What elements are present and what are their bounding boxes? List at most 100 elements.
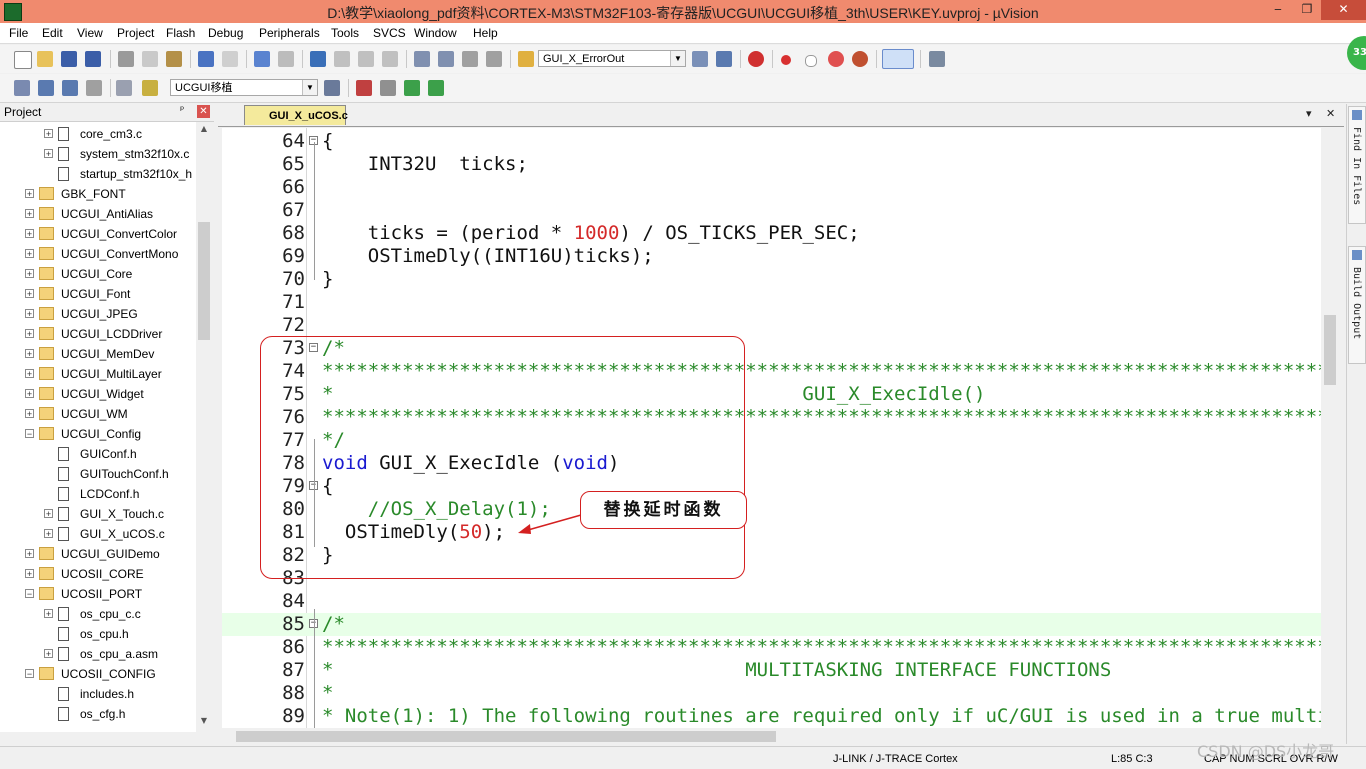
new-file-icon[interactable] <box>14 51 32 69</box>
comment-icon[interactable] <box>462 51 478 67</box>
tree-item[interactable]: os_cpu.h <box>0 624 196 644</box>
find-in-files-tab[interactable]: Find In Files <box>1348 106 1366 224</box>
tree-item[interactable]: + os_cpu_c.c <box>0 604 196 624</box>
code-line[interactable]: 67 <box>222 199 1321 222</box>
scroll-up-icon[interactable]: ▲ <box>198 124 210 136</box>
code-line[interactable]: 84 <box>222 590 1321 613</box>
expand-icon[interactable]: + <box>25 349 34 359</box>
tree-item[interactable]: + UCGUI_ConvertMono <box>0 244 196 264</box>
menu-file[interactable]: File <box>9 26 28 40</box>
editor-vertical-scrollbar[interactable] <box>1322 128 1339 728</box>
translate-icon[interactable] <box>14 80 30 96</box>
undo-icon[interactable] <box>198 51 214 67</box>
tree-item[interactable]: + UCGUI_Font <box>0 284 196 304</box>
menu-debug[interactable]: Debug <box>208 26 243 40</box>
breakpoint-icon[interactable] <box>781 55 791 65</box>
tree-item[interactable]: + GBK_FONT <box>0 184 196 204</box>
tree-item[interactable]: − UCGUI_Config <box>0 424 196 444</box>
chevron-down-icon[interactable]: ▼ <box>302 80 317 95</box>
save-all-icon[interactable] <box>85 51 101 67</box>
load-download-icon[interactable] <box>142 80 158 96</box>
expand-icon[interactable]: + <box>25 229 34 239</box>
expand-icon[interactable]: + <box>25 269 34 279</box>
expand-icon[interactable]: + <box>25 569 34 579</box>
bookmark-icon[interactable] <box>310 51 326 67</box>
menu-flash[interactable]: Flash <box>166 26 195 40</box>
tree-item[interactable]: GUIConf.h <box>0 444 196 464</box>
tree-item[interactable]: + GUI_X_uCOS.c <box>0 524 196 544</box>
tree-item[interactable]: + UCOSII_CORE <box>0 564 196 584</box>
navigate-forward-icon[interactable] <box>278 51 294 67</box>
collapse-icon[interactable]: − <box>25 589 34 599</box>
kill-breakpoints-icon[interactable] <box>852 51 868 67</box>
target-combo[interactable]: UCGUI移植 ▼ <box>170 79 318 96</box>
redo-icon[interactable] <box>222 51 238 67</box>
find-icon[interactable] <box>692 51 708 67</box>
manage-rte-icon[interactable] <box>404 80 420 96</box>
tree-item[interactable]: + system_stm32f10x.c <box>0 144 196 164</box>
prev-bookmark-icon[interactable] <box>334 51 350 67</box>
uncomment-icon[interactable] <box>486 51 502 67</box>
code-line[interactable]: 69 OSTimeDly((INT16U)ticks); <box>222 245 1321 268</box>
code-line[interactable]: 85−/* <box>222 613 1321 636</box>
scrollbar-thumb[interactable] <box>236 731 776 742</box>
code-line[interactable]: 71 <box>222 291 1321 314</box>
minimize-button[interactable]: ‒ <box>1263 0 1293 20</box>
tree-item[interactable]: startup_stm32f10x_h <box>0 164 196 184</box>
tree-item[interactable]: + UCGUI_GUIDemo <box>0 544 196 564</box>
build-output-tab[interactable]: Build Output <box>1348 246 1366 364</box>
pack-installer-icon[interactable] <box>428 80 444 96</box>
expand-icon[interactable]: + <box>25 309 34 319</box>
tree-item[interactable]: + UCGUI_AntiAlias <box>0 204 196 224</box>
scrollbar-thumb[interactable] <box>1324 315 1336 385</box>
tree-item[interactable]: + os_cpu_a.asm <box>0 644 196 664</box>
tab-list-dropdown-icon[interactable]: ▾ <box>1306 107 1312 120</box>
tree-item[interactable]: + UCGUI_JPEG <box>0 304 196 324</box>
code-line[interactable]: 70} <box>222 268 1321 291</box>
scroll-down-icon[interactable]: ▼ <box>198 716 210 728</box>
window-layout-icon[interactable] <box>882 49 914 69</box>
expand-icon[interactable]: + <box>44 149 53 159</box>
expand-icon[interactable]: + <box>25 549 34 559</box>
disable-breakpoint-icon[interactable] <box>805 55 817 67</box>
expand-icon[interactable]: + <box>25 209 34 219</box>
expand-icon[interactable]: + <box>44 529 53 539</box>
tree-item[interactable]: + UCGUI_Core <box>0 264 196 284</box>
clear-breakpoints-icon[interactable] <box>828 51 844 67</box>
tree-item[interactable]: os_cfg.h <box>0 704 196 724</box>
batch-build-icon[interactable] <box>86 80 102 96</box>
tree-item[interactable]: − UCOSII_PORT <box>0 584 196 604</box>
save-icon[interactable] <box>61 51 77 67</box>
expand-icon[interactable]: + <box>25 289 34 299</box>
tree-item[interactable]: LCDConf.h <box>0 484 196 504</box>
tree-item[interactable]: − UCOSII_CONFIG <box>0 664 196 684</box>
menu-edit[interactable]: Edit <box>42 26 63 40</box>
tab-gui-x-ucos[interactable]: GUI_X_uCOS.c <box>244 105 348 125</box>
maximize-button[interactable]: ❐ <box>1293 0 1321 20</box>
tree-item[interactable]: includes.h <box>0 684 196 704</box>
function-combo[interactable]: GUI_X_ErrorOut ▼ <box>538 50 686 67</box>
expand-icon[interactable]: + <box>44 649 53 659</box>
manage-components-icon[interactable] <box>356 80 372 96</box>
expand-icon[interactable]: + <box>25 409 34 419</box>
menu-svcs[interactable]: SVCS <box>373 26 406 40</box>
indent-icon[interactable] <box>414 51 430 67</box>
expand-icon[interactable]: + <box>25 249 34 259</box>
menu-peripherals[interactable]: Peripherals <box>259 26 320 40</box>
expand-icon[interactable]: + <box>25 369 34 379</box>
close-window-button[interactable]: ✕ <box>1321 0 1366 20</box>
menu-view[interactable]: View <box>77 26 103 40</box>
rebuild-icon[interactable] <box>62 80 78 96</box>
tree-item[interactable]: + UCGUI_ConvertColor <box>0 224 196 244</box>
open-file-icon[interactable] <box>37 51 53 67</box>
code-line[interactable]: 86 **************************************… <box>222 636 1321 659</box>
cut-icon[interactable] <box>118 51 134 67</box>
expand-icon[interactable]: + <box>44 609 53 619</box>
code-line[interactable]: 88 * <box>222 682 1321 705</box>
navigate-back-icon[interactable] <box>254 51 270 67</box>
tree-item[interactable]: + UCGUI_Widget <box>0 384 196 404</box>
tree-item[interactable]: + UCGUI_LCDDriver <box>0 324 196 344</box>
paste-icon[interactable] <box>166 51 182 67</box>
chevron-down-icon[interactable]: ▼ <box>670 51 685 66</box>
menu-window[interactable]: Window <box>414 26 457 40</box>
